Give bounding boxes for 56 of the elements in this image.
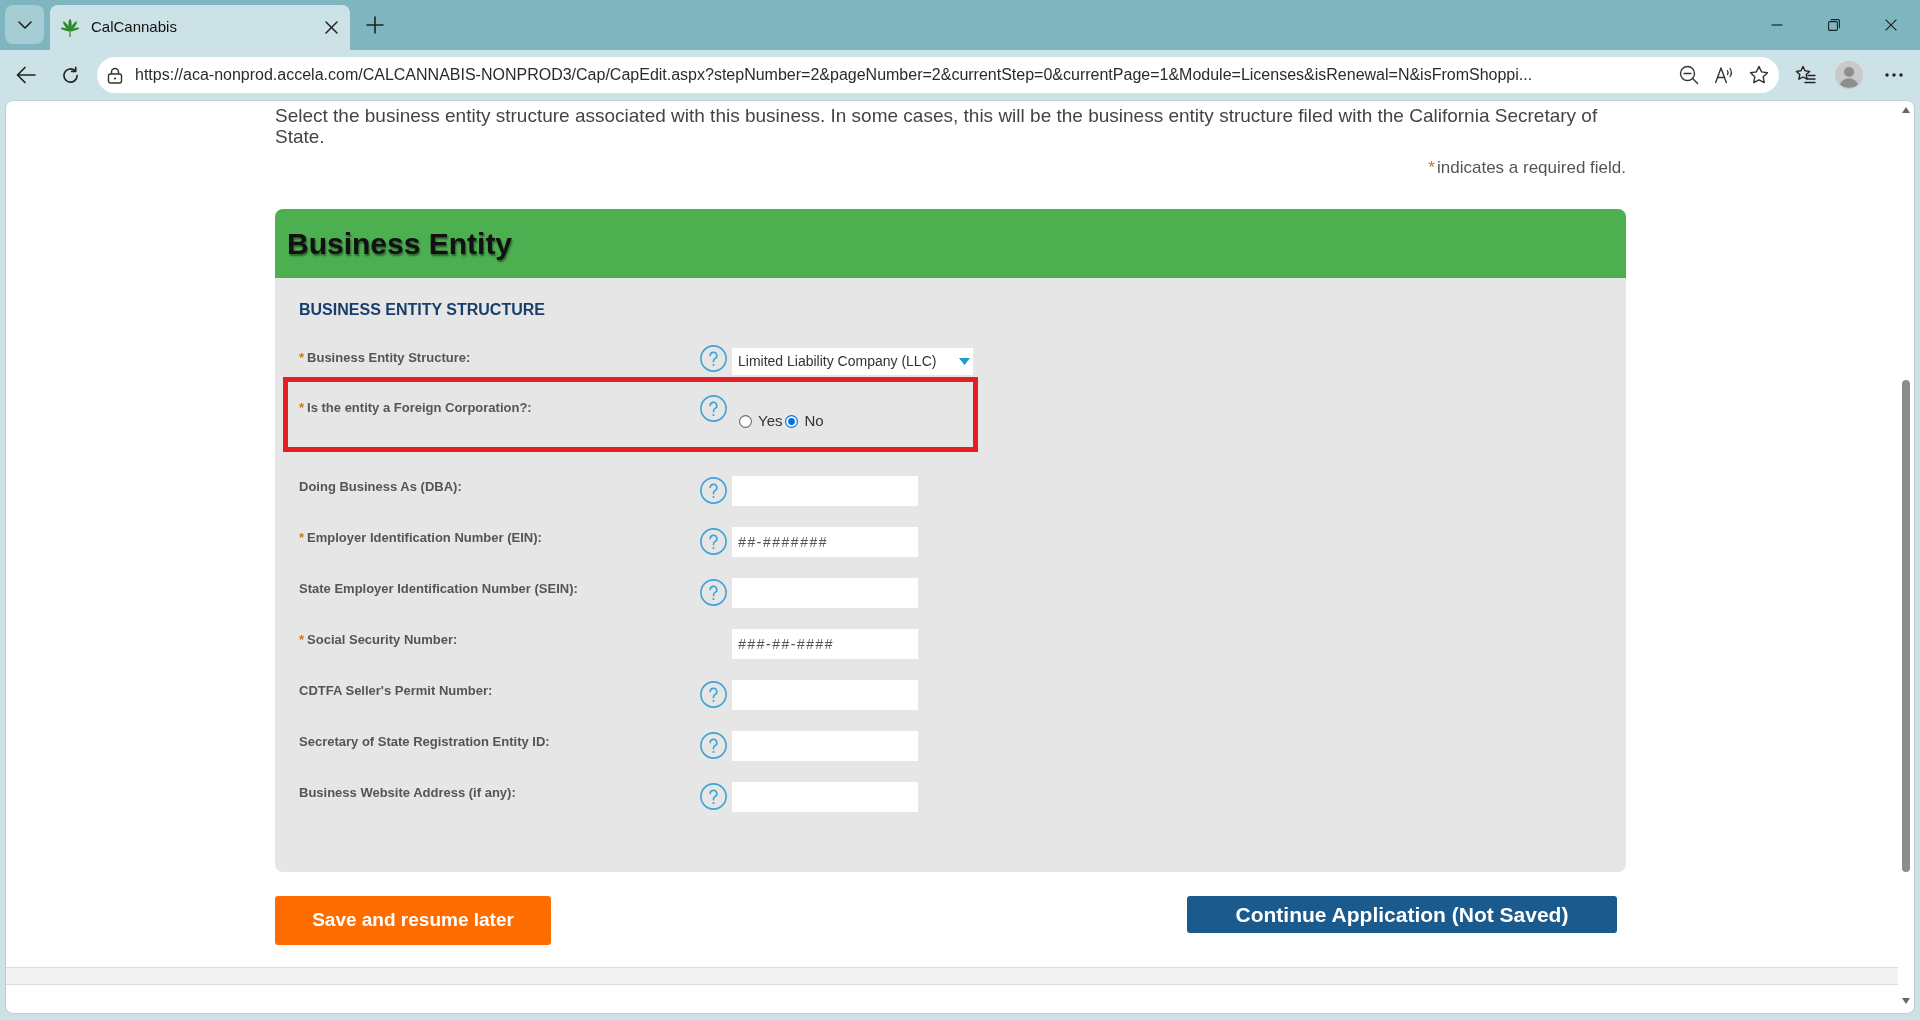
- plus-icon[interactable]: [366, 16, 384, 34]
- refresh-icon[interactable]: [60, 65, 80, 85]
- input-field[interactable]: ###-##-####: [732, 629, 918, 659]
- browser-tab[interactable]: CalCannabis: [50, 5, 350, 50]
- field-label: Doing Business As (DBA):: [299, 479, 462, 494]
- radio-empty-icon[interactable]: [739, 414, 752, 428]
- star-icon[interactable]: [1749, 65, 1769, 85]
- help-icon[interactable]: [700, 345, 727, 372]
- continue-button[interactable]: Continue Application (Not Saved): [1187, 896, 1617, 933]
- help-icon[interactable]: [700, 579, 727, 606]
- intro-text: Select the business entity structure associated with this business. In some cases, this will be the business entity structure filed with the California Secretary of State.: [275, 105, 1599, 147]
- leaf-icon: [60, 17, 80, 38]
- field-label: * Social Security Number:: [299, 632, 458, 647]
- radio-option[interactable]: Yes: [739, 409, 783, 433]
- input-field[interactable]: [732, 782, 918, 812]
- address-bar[interactable]: https://aca-nonprod.accela.com/CALCANNABIS-NONPROD3/Cap/CapEdit.aspx?stepNumber=2&pageNumber=2&currentStep=0&currentPage=1&Module=Licenses&isRenewal=N&isFromShoppi...: [97, 57, 1779, 93]
- input-field[interactable]: [732, 476, 918, 506]
- close-icon[interactable]: [325, 21, 338, 34]
- scroll-down-icon[interactable]: [1902, 998, 1910, 1004]
- back-arrow-icon[interactable]: [16, 66, 36, 84]
- close-icon[interactable]: [1884, 19, 1897, 31]
- lock-icon[interactable]: [107, 66, 123, 84]
- field-label: State Employer Identification Number (SEIN):: [299, 581, 578, 596]
- scrollbar-thumb[interactable]: [1902, 380, 1910, 872]
- help-icon[interactable]: [700, 395, 727, 422]
- help-icon[interactable]: [700, 528, 727, 555]
- radio-option[interactable]: No: [785, 409, 824, 433]
- radio-selected-icon[interactable]: [785, 414, 799, 428]
- field-label: CDTFA Seller's Permit Number:: [299, 683, 493, 698]
- restore-icon[interactable]: [1827, 19, 1840, 31]
- caret-icon: [959, 358, 970, 365]
- section-subtitle: BUSINESS ENTITY STRUCTURE: [299, 301, 545, 319]
- input-field[interactable]: [732, 680, 918, 710]
- input-field[interactable]: [732, 731, 918, 761]
- field-label: * Business Entity Structure:: [299, 350, 471, 365]
- tab-list-button[interactable]: [5, 5, 44, 44]
- help-icon[interactable]: [700, 732, 727, 759]
- favorites-icon[interactable]: [1795, 65, 1816, 85]
- field-label: * Is the entity a Foreign Corporation?:: [299, 400, 532, 415]
- scroll-up-icon[interactable]: [1902, 107, 1910, 113]
- dropdown[interactable]: Limited Liability Company (LLC): [732, 348, 973, 375]
- section-title: Business Entity: [287, 226, 513, 262]
- help-icon[interactable]: [700, 783, 727, 810]
- chevron-down-icon: [17, 20, 32, 29]
- profile-avatar-icon[interactable]: [1835, 61, 1863, 89]
- input-field[interactable]: [732, 578, 918, 608]
- zoom-out-icon[interactable]: [1679, 65, 1699, 85]
- field-label: Secretary of State Registration Entity ID:: [299, 734, 550, 749]
- input-field[interactable]: ##-#######: [732, 527, 918, 557]
- more-icon[interactable]: [1885, 73, 1903, 77]
- field-label: Business Website Address (if any):: [299, 785, 516, 800]
- field-label: * Employer Identification Number (EIN):: [299, 530, 542, 545]
- help-icon[interactable]: [700, 681, 727, 708]
- read-aloud-icon[interactable]: [1714, 65, 1734, 85]
- required-note: *indicates a required field.: [1428, 157, 1626, 179]
- help-icon[interactable]: [700, 477, 727, 504]
